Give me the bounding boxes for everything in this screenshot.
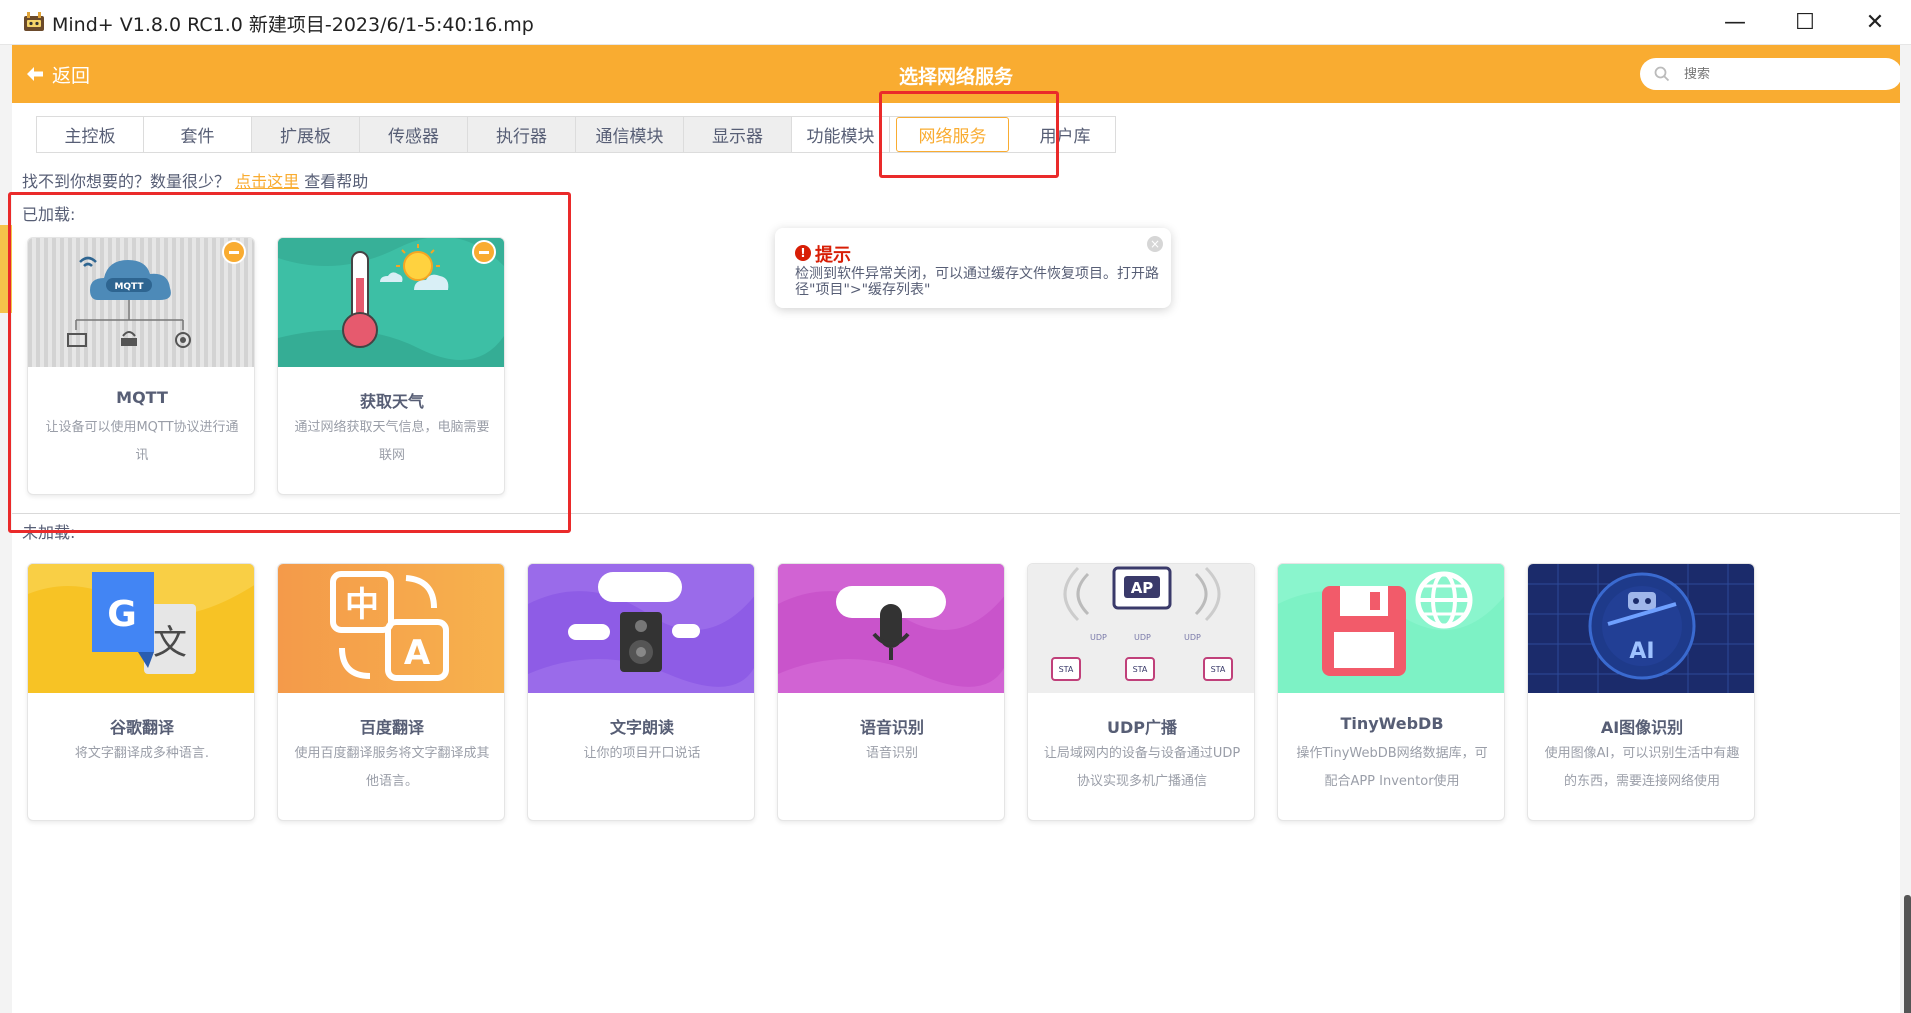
tab-communication[interactable]: 通信模块 (576, 117, 684, 152)
extension-name: 语音识别 (859, 718, 924, 737)
svg-text:UDP: UDP (1134, 633, 1151, 642)
svg-text:A: A (404, 633, 431, 673)
svg-text:文: 文 (153, 623, 187, 663)
search-input[interactable] (1684, 66, 1884, 82)
window-titlebar: Mind+ V1.8.0 RC1.0 新建项目-2023/6/1-5:40:16… (0, 0, 1911, 45)
scrollbar-thumb[interactable] (1904, 895, 1911, 1013)
tab-sensor[interactable]: 传感器 (360, 117, 468, 152)
speaker-icon (528, 564, 754, 693)
minimize-button[interactable]: — (1700, 0, 1770, 45)
svg-text:UDP: UDP (1184, 633, 1201, 642)
extension-name: AI图像识别 (1600, 718, 1684, 737)
dialog-title: 选择网络服务 (898, 66, 1013, 88)
background-scrollbar (1900, 45, 1911, 1013)
translate-zh-a-icon: 中 A (278, 564, 504, 693)
tooltip-title: 提示 (815, 245, 851, 266)
window-title: Mind+ V1.8.0 RC1.0 新建项目-2023/6/1-5:40:16… (52, 14, 534, 36)
search-box[interactable] (1640, 58, 1900, 90)
extension-card-text-to-speech[interactable]: 文字朗读 让你的项目开口说话 (527, 563, 755, 821)
svg-text:G: G (107, 594, 137, 635)
extension-description: 让你的项目开口说话 (583, 746, 701, 761)
svg-text:AP: AP (1131, 579, 1154, 597)
extension-card-tinywebdb[interactable]: TinyWebDB 操作TinyWebDB网络数据库，可配合APP Invent… (1277, 563, 1505, 821)
svg-text:STA: STA (1211, 665, 1226, 674)
tab-function-module[interactable]: 功能模块 (792, 117, 890, 152)
extension-card-speech-recognition[interactable]: 语音识别 语音识别 (777, 563, 1005, 821)
extension-name: 百度翻译 (359, 718, 424, 737)
tab-display[interactable]: 显示器 (684, 117, 792, 152)
highlight-network-tab (879, 91, 1059, 178)
warning-icon: ! (795, 245, 811, 261)
svg-text:STA: STA (1133, 665, 1148, 674)
extension-description: 将文字翻译成多种语言. (74, 746, 210, 761)
extension-description: 语音识别 (865, 746, 918, 761)
udp-ap-icon: AP UDP UDP UDP STA STA STA (1028, 564, 1254, 693)
app-icon (24, 12, 44, 31)
maximize-button[interactable]: ☐ (1770, 0, 1840, 45)
extension-description: 让局域网内的设备与设备通过UDP协议实现多机广播通信 (1043, 746, 1241, 789)
microphone-icon (778, 564, 1004, 693)
tab-expansion-board[interactable]: 扩展板 (252, 117, 360, 152)
ai-robot-icon: AI (1528, 564, 1754, 693)
extension-card-udp-broadcast[interactable]: AP UDP UDP UDP STA STA STA UDP广播 让局域网内的设… (1027, 563, 1255, 821)
tab-kit[interactable]: 套件 (144, 117, 252, 152)
search-icon (1654, 66, 1670, 82)
extension-name: UDP广播 (1106, 718, 1177, 737)
extension-name: TinyWebDB (1340, 714, 1444, 733)
close-window-button[interactable]: ✕ (1840, 0, 1910, 45)
extension-description: 使用图像AI，可以识别生活中有趣的东西，需要连接网络使用 (1544, 746, 1740, 789)
tab-mainboard[interactable]: 主控板 (37, 117, 144, 152)
google-translate-icon: 文 G (28, 564, 254, 693)
tooltip-text: 检测到软件异常关闭，可以通过缓存文件恢复项目。打开路径"项目">"缓存列表" (795, 266, 1159, 298)
recovery-tooltip: ! 提示 检测到软件异常关闭，可以通过缓存文件恢复项目。打开路径"项目">"缓存… (775, 228, 1171, 308)
extension-card-baidu-translate[interactable]: 中 A 百度翻译 使用百度翻译服务将文字翻译成其他语言。 (277, 563, 505, 821)
svg-text:中: 中 (345, 585, 379, 625)
help-prefix: 找不到你想要的？数量很少？ (22, 172, 231, 191)
help-text: 找不到你想要的？数量很少？ 点击这里 查看帮助 (22, 168, 368, 192)
help-suffix: 查看帮助 (304, 172, 369, 191)
help-link[interactable]: 点击这里 (235, 172, 299, 191)
svg-text:AI: AI (1629, 639, 1654, 664)
save-globe-icon (1278, 564, 1504, 693)
tab-actuator[interactable]: 执行器 (468, 117, 576, 152)
extension-card-google-translate[interactable]: 文 G 谷歌翻译 将文字翻译成多种语言. (27, 563, 255, 821)
svg-text:UDP: UDP (1090, 633, 1107, 642)
extension-description: 使用百度翻译服务将文字翻译成其他语言。 (294, 746, 490, 789)
tooltip-close-button[interactable]: × (1147, 236, 1163, 252)
highlight-loaded-section (8, 192, 571, 533)
svg-text:STA: STA (1059, 665, 1074, 674)
extension-name: 文字朗读 (609, 718, 674, 737)
extension-description: 操作TinyWebDB网络数据库，可配合APP Inventor使用 (1296, 746, 1488, 789)
extension-card-ai-image-recognition[interactable]: AI AI图像识别 使用图像AI，可以识别生活中有趣的东西，需要连接网络使用 (1527, 563, 1755, 821)
extension-name: 谷歌翻译 (109, 718, 174, 737)
